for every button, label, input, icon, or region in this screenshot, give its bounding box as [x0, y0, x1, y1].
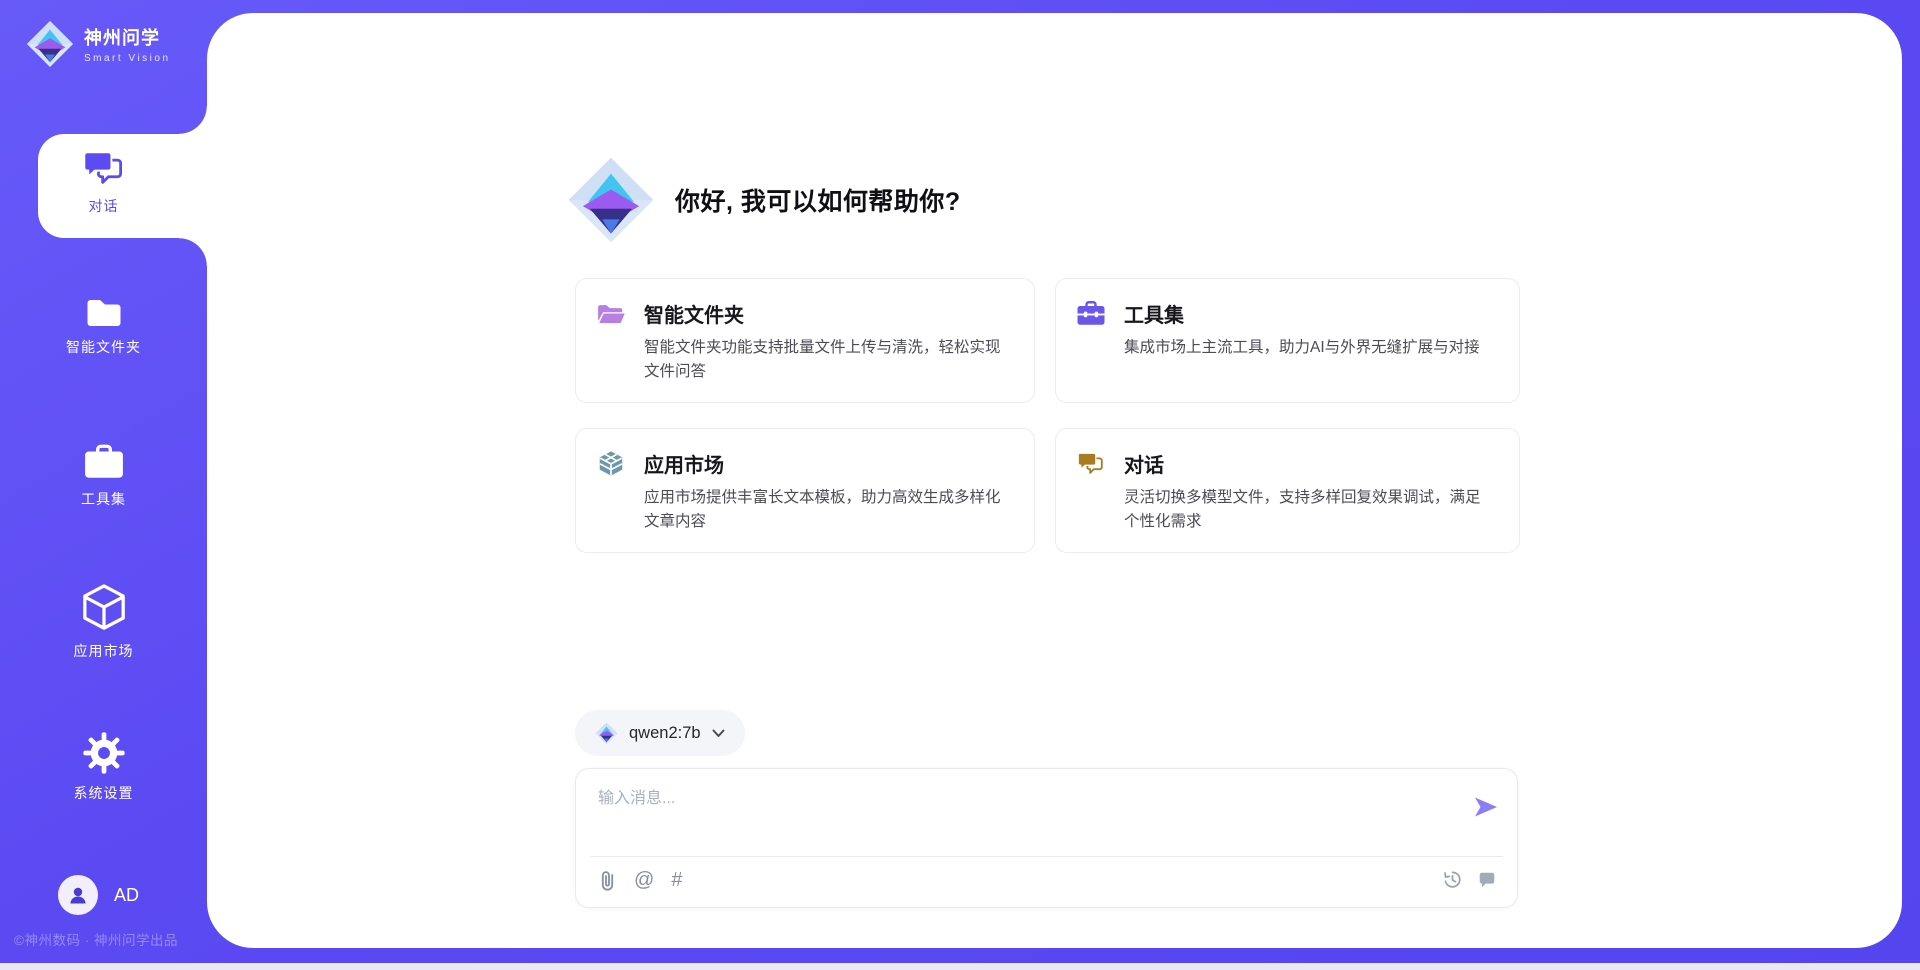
card-chat[interactable]: 对话 灵活切换多模型文件，支持多样回复效果调试，满足个性化需求 — [1055, 428, 1520, 553]
sidebar-item-label: 工具集 — [0, 489, 207, 509]
user-account[interactable]: AD — [58, 875, 139, 915]
card-toolset[interactable]: 工具集 集成市场上主流工具，助力AI与外界无缝扩展与对接 — [1055, 278, 1520, 403]
card-title: 应用市场 — [644, 449, 724, 478]
sidebar-item-smart-folder[interactable]: 智能文件夹 — [0, 295, 207, 357]
send-icon[interactable] — [1473, 795, 1499, 819]
brand-logo-diamond-icon — [26, 20, 74, 68]
person-icon — [66, 883, 90, 907]
composer-actions — [1442, 869, 1497, 890]
composer-divider — [590, 856, 1503, 857]
card-description: 集成市场上主流工具，助力AI与外界无缝扩展与对接 — [1124, 336, 1493, 360]
gear-icon — [82, 731, 126, 775]
message-composer: @ # — [575, 768, 1518, 908]
sidebar-item-label: 系统设置 — [0, 783, 207, 803]
card-description: 灵活切换多模型文件，支持多样回复效果调试，满足个性化需求 — [1124, 486, 1493, 533]
diamond-logo-icon — [595, 722, 618, 745]
card-title: 智能文件夹 — [644, 299, 744, 328]
hashtag-icon[interactable]: # — [671, 869, 682, 891]
sidebar-item-label: 应用市场 — [0, 641, 207, 661]
model-name: qwen2:7b — [629, 724, 701, 743]
sidebar-item-settings[interactable]: 系统设置 — [0, 731, 207, 803]
message-input[interactable] — [598, 783, 1428, 815]
avatar — [58, 875, 98, 915]
greeting-block: 你好, 我可以如何帮助你? — [567, 150, 961, 250]
chat-icon — [1076, 451, 1106, 476]
cube-grid-icon — [596, 450, 626, 477]
model-selector[interactable]: qwen2:7b — [575, 710, 745, 756]
toolbox-icon — [83, 443, 125, 481]
card-smart-folder[interactable]: 智能文件夹 智能文件夹功能支持批量文件上传与清洗，轻松实现文件问答 — [575, 278, 1035, 403]
chevron-down-icon — [712, 729, 725, 738]
copyright-footer: ©神州数码 · 神州问学出品 — [14, 929, 178, 949]
feature-cards: 智能文件夹 智能文件夹功能支持批量文件上传与清洗，轻松实现文件问答 工具集 集成… — [575, 278, 1520, 553]
card-app-market[interactable]: 应用市场 应用市场提供丰富长文本模板，助力高效生成多样化文章内容 — [575, 428, 1035, 553]
main-panel: 你好, 我可以如何帮助你? 智能文件夹 智能文件夹功能支持批量文件上传与清洗，轻… — [207, 13, 1902, 948]
greeting-title: 你好, 我可以如何帮助你? — [675, 182, 961, 218]
sidebar-item-toolset[interactable]: 工具集 — [0, 443, 207, 509]
user-initials: AD — [114, 885, 139, 906]
folder-icon — [84, 295, 124, 329]
card-title: 对话 — [1124, 449, 1164, 478]
comment-icon[interactable] — [1477, 870, 1497, 890]
sidebar-item-chat[interactable]: 对话 — [0, 148, 207, 216]
paperclip-icon[interactable] — [598, 869, 617, 891]
chat-icon — [83, 148, 125, 188]
mention-icon[interactable]: @ — [634, 869, 654, 891]
composer-tools: @ # — [598, 869, 682, 891]
sidebar-item-label: 智能文件夹 — [0, 337, 207, 357]
toolbox-icon — [1076, 300, 1106, 327]
cube-icon — [81, 583, 127, 633]
brand-subtitle: Smart Vision — [84, 53, 171, 64]
card-description: 应用市场提供丰富长文本模板，助力高效生成多样化文章内容 — [644, 486, 1008, 533]
sidebar-item-app-market[interactable]: 应用市场 — [0, 583, 207, 661]
folder-open-icon — [596, 300, 626, 327]
page-bottom-edge — [0, 963, 1920, 970]
brand: 神州问学 Smart Vision — [26, 20, 171, 68]
card-description: 智能文件夹功能支持批量文件上传与清洗，轻松实现文件问答 — [644, 336, 1008, 383]
brand-name: 神州问学 — [84, 24, 171, 50]
card-title: 工具集 — [1124, 299, 1184, 328]
app-logo-diamond-icon — [567, 156, 655, 244]
history-icon[interactable] — [1442, 869, 1463, 890]
sidebar-item-label: 对话 — [0, 196, 207, 216]
sidebar: 神州问学 Smart Vision 对话 智能文件夹 工具集 应用市场 — [0, 0, 207, 963]
